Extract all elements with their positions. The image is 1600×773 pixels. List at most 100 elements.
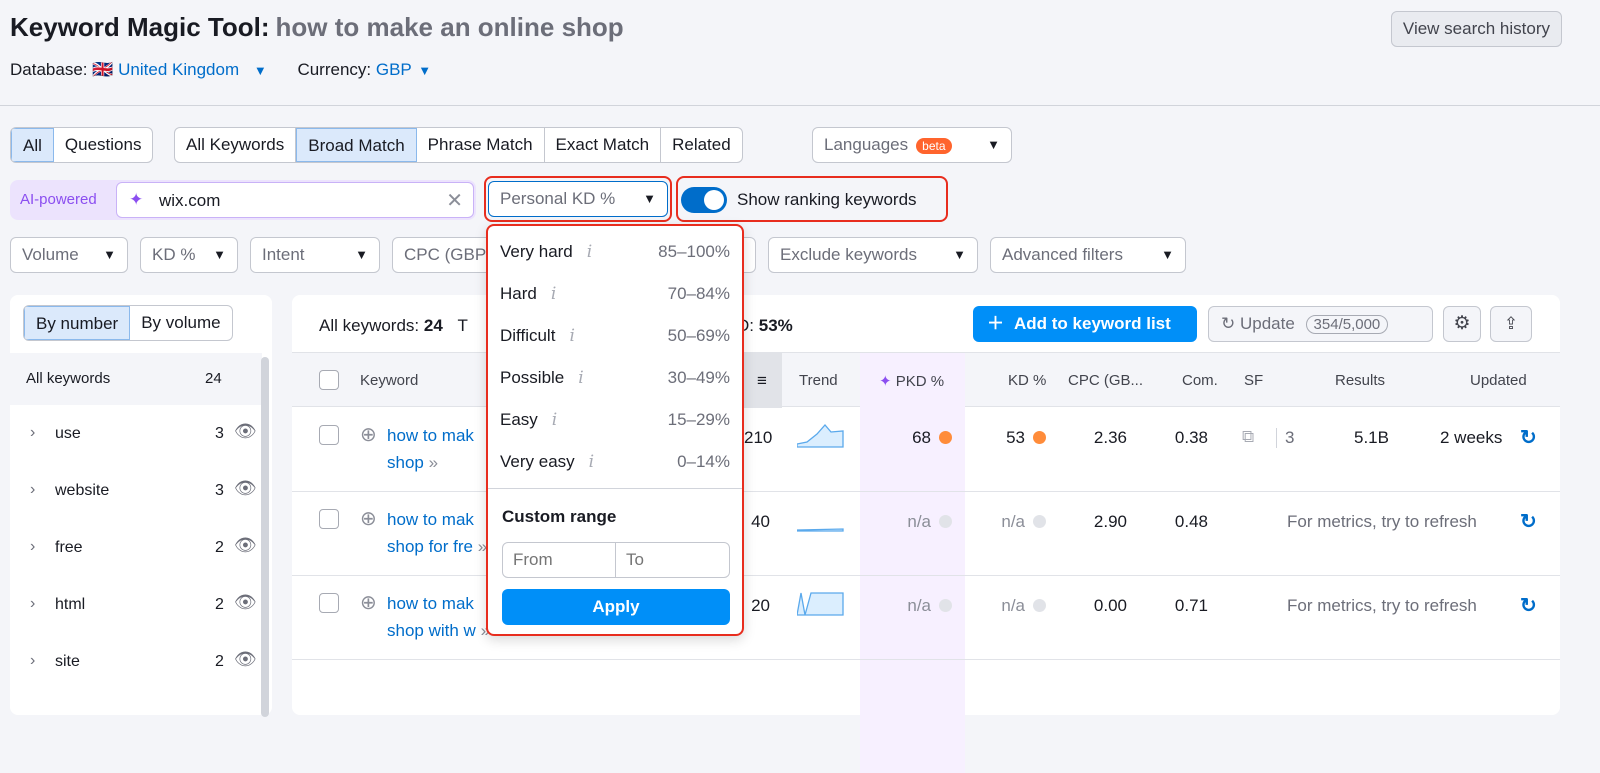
keyword-text: how to mak bbox=[387, 594, 474, 613]
domain-input[interactable]: ✦ wix.com ✕ bbox=[116, 182, 474, 218]
tab-all[interactable]: All bbox=[11, 128, 54, 162]
to-input[interactable] bbox=[616, 543, 729, 577]
keyword-text: how to mak bbox=[387, 510, 474, 529]
export-icon[interactable]: ⇪ bbox=[1490, 306, 1532, 342]
col-keyword[interactable]: Keyword bbox=[360, 372, 418, 389]
row-checkbox[interactable] bbox=[319, 593, 339, 613]
uk-flag-icon: 🇬🇧 bbox=[92, 60, 114, 79]
keyword-link[interactable]: how to mak shop » bbox=[387, 422, 474, 476]
double-chevron-icon[interactable]: » bbox=[429, 453, 438, 472]
view-search-history-button[interactable]: View search history bbox=[1390, 11, 1562, 47]
exclude-keywords-filter[interactable]: Exclude keywords ▼ bbox=[768, 237, 978, 273]
option-range: 15–29% bbox=[667, 410, 730, 429]
keyword-group[interactable]: › site 2 👁 bbox=[10, 633, 262, 690]
clear-icon[interactable]: ✕ bbox=[446, 188, 463, 213]
keyword-group[interactable]: › html 2 👁 bbox=[10, 576, 262, 633]
sf-count[interactable]: 3 bbox=[1276, 428, 1294, 448]
update-button[interactable]: ↻ Update 354/5,000 bbox=[1208, 306, 1433, 342]
row-checkbox[interactable] bbox=[319, 509, 339, 529]
keyword-link[interactable]: how to mak shop with w » bbox=[387, 590, 490, 644]
row-checkbox[interactable] bbox=[319, 425, 339, 445]
eye-icon[interactable]: 👁 bbox=[234, 592, 257, 613]
add-circle-icon[interactable]: ⊕ bbox=[360, 422, 377, 447]
results-value: 5.1B bbox=[1354, 428, 1389, 447]
all-keywords-group[interactable]: All keywords 24 bbox=[10, 353, 262, 405]
eye-icon[interactable]: 👁 bbox=[234, 535, 257, 556]
advanced-filters[interactable]: Advanced filters ▼ bbox=[990, 237, 1186, 273]
col-com[interactable]: Com. bbox=[1182, 372, 1218, 389]
refresh-icon[interactable]: ↻ bbox=[1520, 509, 1537, 534]
personal-kd-label: Personal KD % bbox=[500, 189, 616, 208]
info-icon[interactable]: i bbox=[578, 368, 583, 388]
scrollbar[interactable] bbox=[261, 357, 269, 717]
difficulty-dot-icon bbox=[1033, 431, 1046, 444]
pkd-option[interactable]: Difficult i 50–69% bbox=[500, 326, 730, 346]
tab-phrase-match[interactable]: Phrase Match bbox=[417, 128, 545, 162]
apply-button[interactable]: Apply bbox=[502, 589, 730, 625]
currency-selector[interactable]: GBP ▼ bbox=[376, 60, 431, 79]
info-icon[interactable]: i bbox=[552, 410, 557, 430]
sort-icon[interactable]: ≡ bbox=[742, 353, 782, 408]
group-count: 2 bbox=[215, 653, 224, 670]
tab-all-keywords[interactable]: All Keywords bbox=[175, 128, 297, 162]
pkd-option[interactable]: Possible i 30–49% bbox=[500, 368, 730, 388]
info-icon[interactable]: i bbox=[569, 326, 574, 346]
intent-filter[interactable]: Intent ▼ bbox=[250, 237, 380, 273]
col-pkd[interactable]: ✦ PKD % bbox=[879, 372, 944, 390]
refresh-icon[interactable]: ↻ bbox=[1520, 425, 1537, 450]
keyword-group[interactable]: › use 3 👁 bbox=[10, 405, 262, 462]
difficulty-dot-icon bbox=[1033, 515, 1046, 528]
add-to-keyword-list-button[interactable]: ＋ Add to keyword list bbox=[973, 306, 1197, 342]
tab-broad-match[interactable]: Broad Match bbox=[296, 128, 417, 162]
personal-kd-menu: Very hard i 85–100% Hard i 70–84% Difficult i 50… bbox=[486, 224, 744, 636]
by-volume-tab[interactable]: By volume bbox=[130, 306, 231, 340]
add-circle-icon[interactable]: ⊕ bbox=[360, 590, 377, 615]
value: n/a bbox=[907, 596, 931, 615]
kd-filter[interactable]: KD % ▼ bbox=[140, 237, 238, 273]
col-trend[interactable]: Trend bbox=[799, 372, 838, 389]
col-updated[interactable]: Updated bbox=[1470, 372, 1527, 389]
keyword-group[interactable]: › free 2 👁 bbox=[10, 519, 262, 576]
settings-gear-icon[interactable]: ⚙ bbox=[1443, 306, 1481, 342]
pkd-option[interactable]: Very hard i 85–100% bbox=[500, 242, 730, 262]
chevron-up-icon: ▼ bbox=[643, 191, 656, 206]
serp-features-icon[interactable]: ⧉ bbox=[1242, 427, 1254, 447]
pkd-option[interactable]: Easy i 15–29% bbox=[500, 410, 730, 430]
updated-value: 2 weeks bbox=[1440, 428, 1503, 447]
database-selector[interactable]: United Kingdom ▼ bbox=[118, 60, 267, 79]
pkd-value: 68 bbox=[868, 428, 952, 448]
eye-icon[interactable]: 👁 bbox=[234, 478, 257, 499]
divider bbox=[0, 105, 1600, 106]
keyword-group[interactable]: › website 3 👁 bbox=[10, 462, 262, 519]
database-currency-bar: Database: 🇬🇧 United Kingdom ▼ Currency: … bbox=[10, 60, 431, 80]
tab-related[interactable]: Related bbox=[661, 128, 742, 162]
volume-filter[interactable]: Volume ▼ bbox=[10, 237, 128, 273]
from-input[interactable] bbox=[503, 543, 616, 577]
col-kd[interactable]: KD % bbox=[1008, 372, 1046, 389]
eye-icon[interactable]: 👁 bbox=[234, 421, 257, 442]
col-results[interactable]: Results bbox=[1335, 372, 1385, 389]
tab-questions[interactable]: Questions bbox=[54, 128, 153, 162]
col-cpc[interactable]: CPC (GB... bbox=[1068, 372, 1143, 389]
pkd-option[interactable]: Hard i 70–84% bbox=[500, 284, 730, 304]
select-all-checkbox[interactable] bbox=[319, 370, 339, 390]
option-label: Possible bbox=[500, 368, 565, 387]
info-icon[interactable]: i bbox=[551, 284, 556, 304]
by-number-tab[interactable]: By number bbox=[24, 306, 131, 340]
keyword-link[interactable]: how to mak shop for fre » bbox=[387, 506, 487, 560]
filter-label: Intent bbox=[262, 245, 305, 264]
kd-value: n/a bbox=[972, 512, 1046, 532]
info-icon[interactable]: i bbox=[589, 452, 594, 472]
info-icon[interactable]: i bbox=[587, 242, 592, 262]
personal-kd-dropdown[interactable]: Personal KD % ▼ bbox=[488, 181, 668, 217]
pkd-option[interactable]: Very easy i 0–14% bbox=[500, 452, 730, 472]
tab-exact-match[interactable]: Exact Match bbox=[545, 128, 662, 162]
add-circle-icon[interactable]: ⊕ bbox=[360, 506, 377, 531]
divider bbox=[488, 488, 742, 489]
languages-dropdown[interactable]: Languages beta ▼ bbox=[812, 127, 1012, 163]
refresh-icon[interactable]: ↻ bbox=[1520, 593, 1537, 618]
show-ranking-toggle[interactable] bbox=[681, 187, 727, 213]
col-sf[interactable]: SF bbox=[1244, 372, 1263, 389]
value: 53% bbox=[758, 316, 793, 335]
eye-icon[interactable]: 👁 bbox=[234, 649, 257, 670]
